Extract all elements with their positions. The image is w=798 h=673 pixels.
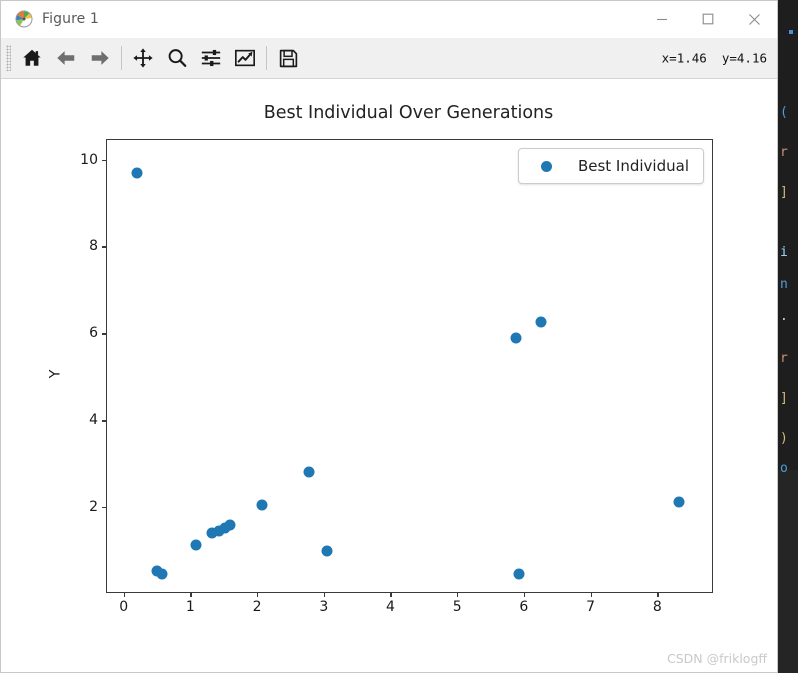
configure-subplots-button[interactable]: [194, 41, 228, 75]
scatter-point: [256, 499, 268, 511]
y-tick-mark: [102, 159, 107, 161]
navigation-toolbar: x=1.46 y=4.16: [1, 38, 777, 79]
x-tick-mark: [523, 592, 526, 597]
scatter-point: [321, 545, 333, 557]
close-icon: [748, 13, 760, 25]
x-tick-label: 5: [452, 599, 462, 615]
x-tick-mark: [190, 592, 192, 597]
y-tick-label: 2: [89, 499, 98, 516]
edit-curve-icon: [234, 47, 256, 69]
x-tick-label: 7: [586, 599, 596, 615]
editor-code-fragment: o: [780, 461, 788, 476]
x-tick-label: 4: [386, 599, 395, 615]
y-tick-mark: [102, 420, 107, 422]
save-button[interactable]: [271, 41, 305, 75]
editor-code-fragment: ]: [780, 391, 788, 406]
editor-code-fragment: r: [780, 145, 788, 160]
back-button[interactable]: [49, 41, 83, 75]
scatter-point: [156, 568, 168, 580]
watermark-text: CSDN @friklogff: [666, 651, 767, 666]
maximize-icon: [702, 13, 714, 25]
pan-button[interactable]: [126, 41, 160, 75]
editor-code-fragment: ): [780, 431, 788, 446]
x-tick-mark: [123, 592, 125, 597]
y-tick-mark: [102, 333, 107, 335]
subplot-sliders-icon: [200, 47, 222, 69]
x-tick-mark: [257, 592, 259, 597]
scatter-point: [673, 496, 685, 508]
y-tick-mark: [102, 507, 107, 509]
maximize-button[interactable]: [685, 1, 731, 37]
save-floppy-icon: [278, 48, 299, 69]
y-tick-label: 8: [89, 238, 98, 255]
cursor-coordinates-display: x=1.46 y=4.16: [661, 50, 767, 66]
matplotlib-figure-window: Figure 1 x=1.46 y=4.16 Best Individual O…: [0, 0, 778, 673]
scatter-point: [513, 568, 525, 580]
forward-button[interactable]: [83, 41, 117, 75]
scatter-point: [131, 167, 143, 179]
pan-move-icon: [132, 47, 154, 69]
x-tick-mark: [457, 592, 459, 597]
y-tick-label: 4: [89, 412, 98, 429]
x-tick-label: 0: [119, 599, 129, 615]
toolbar-drag-handle[interactable]: [6, 45, 11, 71]
back-arrow-icon: [55, 47, 77, 69]
x-tick-label: 1: [185, 599, 195, 615]
zoom-magnifier-icon: [166, 47, 188, 69]
home-icon: [21, 47, 43, 69]
editor-lower-panel: [778, 470, 798, 673]
editor-code-fragment: ]: [780, 185, 788, 200]
editor-scrollbar-marker[interactable]: [789, 30, 793, 34]
editor-code-fragment: i: [780, 245, 788, 260]
window-title-bar[interactable]: Figure 1: [1, 1, 777, 38]
x-tick-mark: [323, 592, 326, 597]
toolbar-separator-1: [121, 46, 122, 70]
toolbar-separator-2: [266, 46, 267, 70]
editor-code-fragment: n: [780, 277, 788, 292]
y-tick-label: 10: [80, 151, 98, 168]
matplotlib-logo-icon: [15, 10, 33, 28]
x-tick-label: 6: [519, 599, 529, 615]
editor-code-fragment: .: [780, 309, 788, 324]
window-title-text: Figure 1: [42, 11, 99, 27]
y-tick-mark: [102, 246, 107, 248]
legend-marker-icon: [540, 160, 552, 172]
zoom-button[interactable]: [160, 41, 194, 75]
x-tick-label: 3: [319, 599, 329, 615]
window-controls: [639, 1, 777, 37]
y-axis-label: Y: [47, 369, 64, 379]
x-tick-mark: [590, 592, 592, 597]
scatter-point: [535, 316, 547, 328]
home-button[interactable]: [15, 41, 49, 75]
scatter-point: [190, 539, 202, 551]
y-tick-label: 6: [89, 325, 98, 342]
forward-arrow-icon: [89, 47, 111, 69]
scatter-point: [224, 519, 236, 531]
scatter-point: [510, 332, 522, 344]
minimize-icon: [657, 18, 667, 21]
scatter-point: [303, 466, 315, 478]
x-tick-mark: [390, 592, 392, 597]
figure-canvas[interactable]: Best Individual Over Generations Y X 246…: [1, 79, 777, 672]
x-tick-label: 8: [652, 599, 662, 615]
minimize-button[interactable]: [639, 1, 685, 37]
x-tick-mark: [657, 592, 659, 597]
editor-code-fragment: r: [780, 351, 788, 366]
close-button[interactable]: [731, 1, 777, 37]
plot-axes[interactable]: 2 4 6 8 10 0 1 2 3 4 5 6 7 8 Best Individual: [80, 139, 713, 615]
legend-label: Best Individual: [577, 157, 689, 175]
plot-legend[interactable]: Best Individual: [517, 148, 704, 184]
x-tick-label: 2: [252, 599, 262, 615]
edit-parameters-button[interactable]: [228, 41, 262, 75]
plot-title: Best Individual Over Generations: [263, 103, 554, 123]
editor-code-fragment: (: [780, 105, 788, 120]
